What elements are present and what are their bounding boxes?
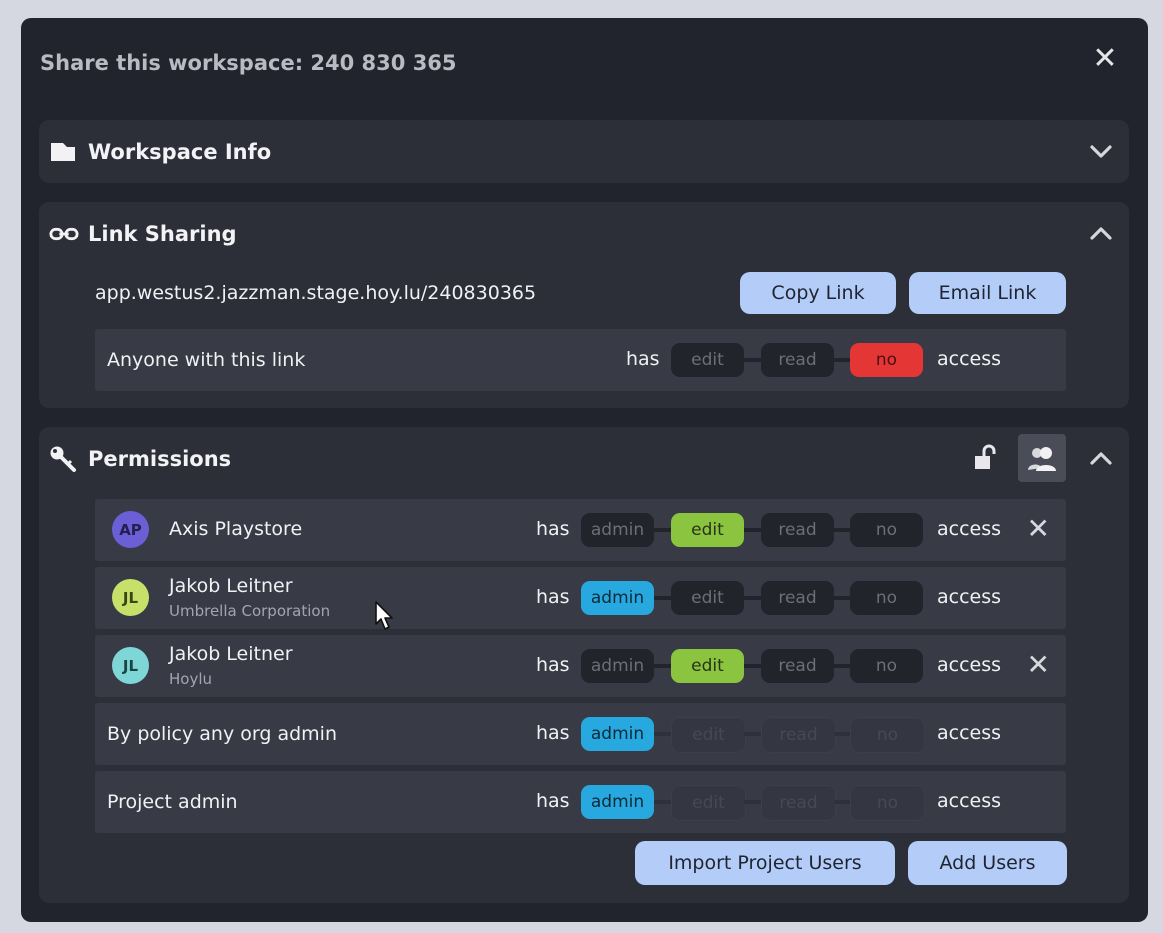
workspace-info-header[interactable]: Workspace Info <box>49 120 271 183</box>
policy-row: By policy any org admin has admin edit r… <box>95 703 1066 765</box>
policy-label: By policy any org admin <box>107 723 337 745</box>
access-option-edit[interactable]: edit <box>671 513 744 547</box>
link-sharing-label: Link Sharing <box>88 222 237 246</box>
option-connector <box>744 800 761 804</box>
access-option-read[interactable]: read <box>761 343 834 377</box>
link-sharing-panel: Link Sharing app.westus2.jazzman.stage.h… <box>39 202 1129 408</box>
option-connector <box>654 528 671 532</box>
access-option-admin[interactable]: admin <box>581 581 654 615</box>
access-option-no[interactable]: no <box>850 513 923 547</box>
anyone-label: Anyone with this link <box>107 349 306 371</box>
has-label: has <box>626 348 660 370</box>
close-icon[interactable]: ✕ <box>1092 44 1118 74</box>
email-link-button[interactable]: Email Link <box>909 272 1066 314</box>
remove-user-icon[interactable]: ✕ <box>1027 651 1050 679</box>
policy-row: Project admin has admin edit read no acc… <box>95 771 1066 833</box>
link-sharing-header[interactable]: Link Sharing <box>49 202 237 266</box>
option-connector <box>654 664 671 668</box>
permissions-panel: Permissions AP Axis Playstore has admin … <box>39 427 1129 903</box>
user-org: Umbrella Corporation <box>169 602 331 620</box>
folder-icon <box>49 141 79 163</box>
workspace-info-label: Workspace Info <box>88 139 272 164</box>
access-label: access <box>937 518 1002 540</box>
has-label: has <box>536 586 570 608</box>
access-option-admin: admin <box>581 717 654 751</box>
option-connector <box>834 800 851 804</box>
access-label: access <box>937 586 1002 608</box>
option-connector <box>654 596 671 600</box>
share-dialog: Share this workspace: 240 830 365 ✕ Work… <box>21 18 1148 922</box>
access-label: access <box>937 348 1002 370</box>
access-option-read: read <box>761 785 836 821</box>
option-connector <box>834 358 851 362</box>
access-option-no[interactable]: no <box>850 649 923 683</box>
user-name: Jakob Leitner <box>169 575 293 597</box>
access-option-admin[interactable]: admin <box>581 649 654 683</box>
access-option-no[interactable]: no <box>850 581 923 615</box>
access-option-admin[interactable]: admin <box>581 513 654 547</box>
workspace-info-panel: Workspace Info <box>39 120 1129 183</box>
option-connector <box>654 800 671 804</box>
option-connector <box>834 732 851 736</box>
chevron-up-icon[interactable] <box>1089 222 1113 246</box>
access-option-edit: edit <box>671 717 746 753</box>
access-option-no: no <box>850 785 925 821</box>
anyone-with-link-row: Anyone with this link has edit read no a… <box>95 329 1066 391</box>
unlock-icon[interactable] <box>971 443 1001 473</box>
user-row: AP Axis Playstore has admin edit read no… <box>95 499 1066 561</box>
has-label: has <box>536 722 570 744</box>
share-link-url[interactable]: app.westus2.jazzman.stage.hoy.lu/2408303… <box>95 282 536 304</box>
option-connector <box>834 664 851 668</box>
avatar: AP <box>112 511 149 548</box>
chevron-up-icon[interactable] <box>1089 447 1113 471</box>
option-connector <box>744 358 761 362</box>
access-option-edit[interactable]: edit <box>671 343 744 377</box>
option-connector <box>744 664 761 668</box>
option-connector <box>654 732 671 736</box>
has-label: has <box>536 518 570 540</box>
user-row: JL Jakob Leitner Umbrella Corporation ha… <box>95 567 1066 629</box>
permissions-header[interactable]: Permissions <box>49 427 231 491</box>
access-option-no: no <box>850 717 925 753</box>
access-label: access <box>937 790 1002 812</box>
option-connector <box>744 732 761 736</box>
access-option-read: read <box>761 717 836 753</box>
chevron-down-icon[interactable] <box>1089 140 1113 164</box>
key-icon <box>49 445 79 473</box>
access-option-edit[interactable]: edit <box>671 649 744 683</box>
access-option-no[interactable]: no <box>850 343 923 377</box>
dialog-title: Share this workspace: 240 830 365 <box>40 51 457 75</box>
mouse-cursor-icon <box>374 600 396 632</box>
user-row: JL Jakob Leitner Hoylu has admin edit re… <box>95 635 1066 697</box>
access-option-read[interactable]: read <box>761 649 834 683</box>
permissions-label: Permissions <box>88 447 232 471</box>
has-label: has <box>536 654 570 676</box>
avatar: JL <box>112 647 149 684</box>
user-org: Hoylu <box>169 670 213 688</box>
option-connector <box>744 528 761 532</box>
access-option-read[interactable]: read <box>761 513 834 547</box>
avatar: JL <box>112 579 149 616</box>
access-label: access <box>937 654 1002 676</box>
link-icon <box>49 226 79 242</box>
access-option-admin: admin <box>581 785 654 819</box>
access-option-read[interactable]: read <box>761 581 834 615</box>
has-label: has <box>536 790 570 812</box>
access-label: access <box>937 722 1002 744</box>
import-project-users-button[interactable]: Import Project Users <box>635 841 895 885</box>
option-connector <box>834 528 851 532</box>
access-option-edit: edit <box>671 785 746 821</box>
access-option-edit[interactable]: edit <box>671 581 744 615</box>
user-name: Axis Playstore <box>169 518 303 540</box>
copy-link-button[interactable]: Copy Link <box>740 272 896 314</box>
option-connector <box>834 596 851 600</box>
add-users-button[interactable]: Add Users <box>908 841 1067 885</box>
remove-user-icon[interactable]: ✕ <box>1027 515 1050 543</box>
user-name: Jakob Leitner <box>169 643 293 665</box>
users-icon[interactable] <box>1018 434 1066 482</box>
policy-label: Project admin <box>107 791 238 813</box>
option-connector <box>744 596 761 600</box>
